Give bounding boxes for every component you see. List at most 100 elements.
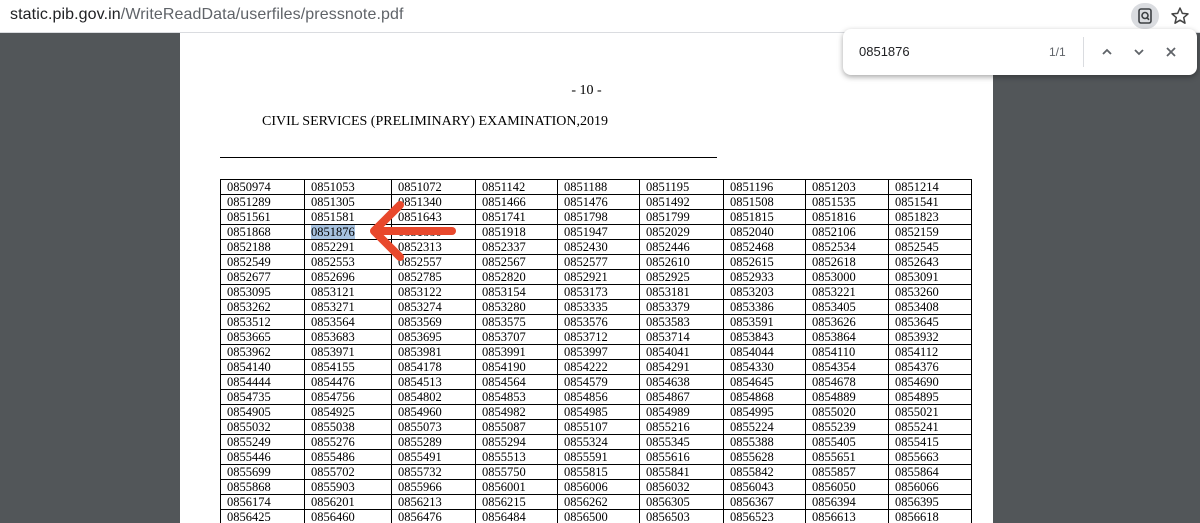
table-cell: 0855216: [639, 419, 724, 435]
find-previous-button[interactable]: [1095, 40, 1119, 64]
table-cell: 0854638: [639, 374, 724, 390]
table-cell: 0851188: [557, 179, 640, 195]
find-next-button[interactable]: [1127, 40, 1151, 64]
table-cell: 0855628: [723, 449, 806, 465]
table-cell: 0854041: [639, 344, 724, 360]
table-cell: 0856523: [723, 509, 806, 523]
table-cell: 0855841: [639, 464, 724, 480]
table-cell: 0852820: [475, 269, 558, 285]
google-lens-button[interactable]: [1131, 3, 1159, 29]
table-row: 0855446 0855486 0855491 0855513 0855591 08556…: [220, 449, 972, 465]
table-cell: 0855857: [805, 464, 889, 480]
table-cell: 0855842: [723, 464, 806, 480]
table-cell: 0854989: [639, 404, 724, 420]
table-cell: 0851541: [888, 194, 972, 210]
table-cell: 0856201: [304, 494, 392, 510]
google-lens-icon: [1138, 8, 1152, 24]
table-row: 0854444 0854476 0854513 0854564 0854579 08546…: [220, 374, 972, 390]
table-cell: 0856367: [723, 494, 806, 510]
table-cell: 0854222: [557, 359, 640, 375]
table-cell: 0853712: [557, 329, 640, 345]
table-cell: 0852188: [220, 239, 305, 255]
table-cell: 0853280: [475, 299, 558, 315]
table-cell: 0856032: [639, 479, 724, 495]
table-row: 0851868085187608518800851918085194708520…: [220, 224, 972, 240]
table-cell: 0855388: [723, 434, 806, 450]
table-cell: 0856484: [475, 509, 558, 523]
table-cell: 0853121: [304, 284, 392, 300]
table-cell: 0853091: [888, 269, 972, 285]
find-close-button[interactable]: [1159, 40, 1183, 64]
table-cell: 0855750: [475, 464, 558, 480]
table-row: 0854735 0854756 0854802 0854853 0854856 08548…: [220, 389, 972, 405]
pdf-page[interactable]: - 10 - CIVIL SERVICES (PRELIMINARY) EXAM…: [180, 33, 993, 523]
table-cell: 0854112: [888, 344, 972, 360]
table-cell: 0853512: [220, 314, 305, 330]
table-cell: 0853386: [723, 299, 806, 315]
table-cell: 0854330: [723, 359, 806, 375]
table-cell: 0854802: [391, 389, 476, 405]
table-cell: 0851203: [805, 179, 889, 195]
table-cell: 0852615: [723, 254, 806, 270]
table-cell: 0851476: [557, 194, 640, 210]
table-row: 0855868 0855903 0855966 0856001 0856006 08560…: [220, 479, 972, 495]
table-cell: 0851823: [888, 209, 972, 225]
table-cell: 0853864: [805, 329, 889, 345]
chevron-down-icon: [1134, 49, 1144, 56]
table-cell: 0855241: [888, 419, 972, 435]
table-cell: 0854155: [304, 359, 392, 375]
table-cell: 0853991: [475, 344, 558, 360]
table-cell: 0855591: [557, 449, 640, 465]
table-cell: 0856262: [557, 494, 640, 510]
table-cell: 0855324: [557, 434, 640, 450]
table-cell: 0851947: [557, 224, 640, 240]
table-cell: 0855038: [304, 419, 392, 435]
table-cell: 0855087: [475, 419, 558, 435]
table-row: 0853095 0853121 0853122 0853154 0853173 08531…: [220, 284, 972, 300]
table-cell: 0851535: [805, 194, 889, 210]
table-cell: 0853000: [805, 269, 889, 285]
table-cell: 0856006: [557, 479, 640, 495]
table-cell: 0853576: [557, 314, 640, 330]
table-cell: 0854756: [304, 389, 392, 405]
table-cell: 0851142: [475, 179, 558, 195]
table-cell: 0852618: [805, 254, 889, 270]
table-cell: 0851798: [557, 209, 640, 225]
table-cell: 0852577: [557, 254, 640, 270]
table-cell: 0855107: [557, 419, 640, 435]
table-cell: 0854476: [304, 374, 392, 390]
find-input[interactable]: 0851876: [859, 43, 1039, 61]
table-cell: 0855651: [805, 449, 889, 465]
table-cell: 0854735: [220, 389, 305, 405]
table-cell: 0853564: [304, 314, 392, 330]
bookmark-button[interactable]: [1168, 3, 1192, 29]
url-text[interactable]: static.pib.gov.in/WriteReadData/userfile…: [10, 6, 404, 24]
close-icon: [1166, 47, 1176, 57]
table-cell: 0853591: [723, 314, 806, 330]
table-cell: 0854853: [475, 389, 558, 405]
url-domain: static.pib.gov.in: [10, 6, 121, 23]
page-number: - 10 -: [571, 83, 602, 98]
table-cell: 0855903: [304, 479, 392, 495]
table-cell: 0854140: [220, 359, 305, 375]
table-cell: 0851741: [475, 209, 558, 225]
table-cell: 0851918: [475, 224, 558, 240]
table-cell: 0853408: [888, 299, 972, 315]
table-cell: 0856613: [805, 509, 889, 523]
table-cell: 0853221: [805, 284, 889, 300]
table-cell: 0854190: [475, 359, 558, 375]
table-cell: 0853405: [805, 299, 889, 315]
table-cell: 0850974: [220, 179, 305, 195]
table-cell: 0852610: [639, 254, 724, 270]
table-cell: 0856050: [805, 479, 889, 495]
table-cell: 0853707: [475, 329, 558, 345]
table-cell: 0855405: [805, 434, 889, 450]
table-row: 0853262 0853271 0853274 0853280 0853335 08533…: [220, 299, 972, 315]
title-rule: [220, 157, 717, 158]
table-cell: 0851196: [723, 179, 806, 195]
table-cell: 0853575: [475, 314, 558, 330]
table-row: 0853665 0853683 0853695 0853707 0853712 08537…: [220, 329, 972, 345]
table-cell: 0853122: [391, 284, 476, 300]
table-cell: 0855732: [391, 464, 476, 480]
table-cell: 0853173: [557, 284, 640, 300]
